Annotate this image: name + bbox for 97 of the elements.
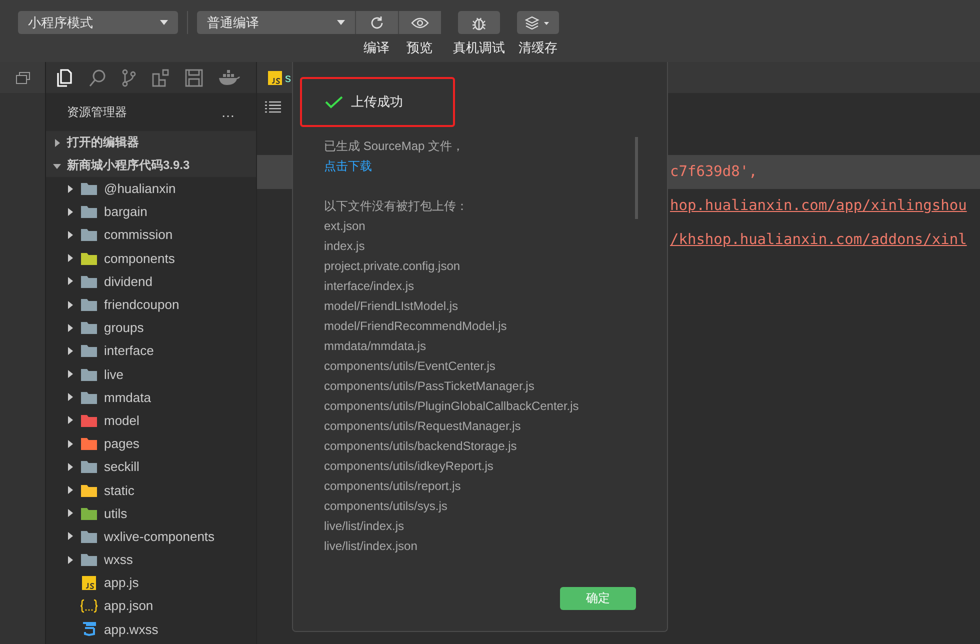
save-icon[interactable]	[185, 68, 203, 86]
caret-icon	[337, 20, 345, 25]
file-path: components/utils/sys.js	[324, 498, 448, 515]
tree-section[interactable]: 打开的编辑器	[46, 131, 256, 154]
compile-dropdown[interactable]: 普通编译	[197, 11, 355, 34]
extensions-icon[interactable]	[152, 68, 170, 86]
expanded-arrow-icon	[53, 162, 61, 170]
file-path: live/list/index.js	[324, 518, 406, 535]
scrollbar[interactable]	[635, 137, 638, 219]
folder-icon	[80, 182, 98, 196]
toolbar-label: 预览	[406, 39, 432, 57]
folder-icon	[80, 274, 98, 288]
toolbar-label: 清缓存	[518, 39, 558, 57]
file-path: project.private.config.json	[324, 258, 462, 275]
branch-icon[interactable]	[121, 68, 137, 86]
file-path: model/FriendLIstModel.js	[324, 298, 460, 315]
code-text: hop.hualianxin.com/app/xinlingshou	[670, 198, 967, 214]
file-tree-item[interactable]: bargain	[46, 200, 256, 224]
file-tree-item[interactable]: commission	[46, 223, 256, 247]
file-tree-item[interactable]: dividend	[46, 270, 256, 293]
file-tree-item[interactable]: static	[46, 478, 256, 502]
file-tree-item[interactable]: groups	[46, 316, 256, 340]
code-text: /khshop.hualianxin.com/addons/xinl	[670, 232, 967, 248]
search-icon[interactable]	[88, 68, 106, 86]
file-path: components/utils/PluginGlobalCallbackCenter.js	[324, 398, 580, 415]
file-path: index.js	[324, 238, 366, 255]
folder-icon	[80, 460, 98, 474]
file-tree-item[interactable]: mmdata	[46, 386, 256, 409]
file-path: components/utils/backendStorage.js	[324, 438, 518, 455]
refresh-icon	[369, 14, 385, 30]
folder-icon	[80, 390, 98, 404]
file-tree-item[interactable]: components	[46, 246, 256, 270]
editor-tab[interactable]: s	[257, 62, 291, 93]
file-path: interface/index.js	[324, 278, 416, 295]
list-heading: 以下文件没有被打包上传：	[324, 198, 469, 215]
file-tree-item[interactable]: friendcoupon	[46, 292, 256, 316]
file-path: components/utils/report.js	[324, 478, 462, 495]
layers-icon	[525, 16, 551, 30]
file-path: live/list/index.json	[324, 538, 418, 555]
windows-icon[interactable]	[16, 72, 30, 84]
file-tree-item[interactable]: interface	[46, 339, 256, 362]
whale-icon[interactable]	[218, 70, 240, 86]
folder-icon	[80, 205, 98, 218]
file-tree-item[interactable]: live	[46, 362, 256, 386]
js-file-icon	[268, 70, 282, 84]
tree-section[interactable]: 新商城小程序代码3.9.3	[46, 154, 256, 177]
folder-icon	[80, 368, 98, 381]
code-text: c7f639d8',	[670, 164, 758, 180]
file-path: components/utils/EventCenter.js	[324, 358, 496, 375]
clear-cache-button[interactable]	[517, 11, 559, 34]
toolbar-label: 编译	[364, 39, 390, 57]
folder-icon	[80, 344, 98, 358]
folder-icon	[80, 298, 98, 312]
download-link[interactable]: 点击下载	[324, 156, 372, 176]
caret-icon	[160, 20, 168, 25]
file-tree-item[interactable]: app.json	[46, 594, 256, 618]
file-tree-item[interactable]: pages	[46, 432, 256, 456]
file-tree-item[interactable]: app.wxss	[46, 618, 256, 641]
file-path: components/utils/idkeyReport.js	[324, 458, 494, 475]
compile-button[interactable]	[355, 11, 398, 34]
file-path: ext.json	[324, 218, 366, 235]
toolbar-label: 真机调试	[453, 39, 505, 57]
debug-button[interactable]	[458, 11, 500, 34]
folder-icon	[80, 506, 98, 520]
mode-dropdown[interactable]: 小程序模式	[18, 11, 178, 34]
list-icon	[265, 101, 281, 113]
check-icon	[325, 96, 343, 108]
dialog-title: 上传成功	[351, 93, 403, 111]
file-path: components/utils/RequestManager.js	[324, 418, 522, 435]
css-file-icon	[80, 622, 98, 636]
file-tree-item[interactable]: model	[46, 408, 256, 432]
folder-icon	[80, 228, 98, 242]
file-tree-item[interactable]: utils	[46, 502, 256, 525]
braces-icon	[80, 598, 98, 613]
folder-icon	[80, 414, 98, 427]
file-tree-item[interactable]: wxlive-components	[46, 524, 256, 548]
explorer-title: 资源管理器	[67, 104, 127, 120]
sourcemap-note: 已生成 SourceMap 文件，	[324, 138, 466, 155]
file-tree-item[interactable]: seckill	[46, 455, 256, 478]
folder-icon	[80, 252, 98, 265]
file-tree-item[interactable]: app.js	[46, 571, 256, 594]
eye-icon	[411, 16, 429, 28]
folder-icon	[80, 484, 98, 497]
files-icon[interactable]	[55, 68, 73, 86]
js-file-icon	[80, 576, 98, 590]
preview-button[interactable]	[398, 11, 441, 34]
folder-icon	[80, 553, 98, 566]
file-path: components/utils/PassTicketManager.js	[324, 378, 536, 395]
folder-icon	[80, 437, 98, 450]
more-button[interactable]: …	[221, 104, 236, 120]
folder-icon	[80, 530, 98, 543]
file-path: model/FriendRecommendModel.js	[324, 318, 508, 335]
collapsed-arrow-icon	[53, 138, 61, 146]
file-tree-item[interactable]: wxss	[46, 548, 256, 572]
file-tree-item[interactable]: @hualianxin	[46, 177, 256, 200]
folder-icon	[80, 321, 98, 334]
file-path: mmdata/mmdata.js	[324, 338, 428, 355]
